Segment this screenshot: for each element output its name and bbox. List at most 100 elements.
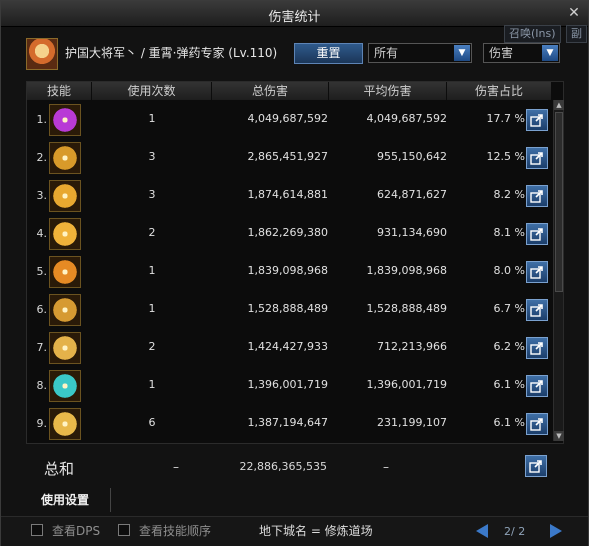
average-damage-cell: 231,199,107 — [377, 416, 447, 429]
damage-percent-cell: 8.2 % — [493, 188, 525, 201]
share-icon — [530, 114, 543, 127]
table-row[interactable]: 3. 3 1,874,614,881 624,871,627 8.2 % — [27, 177, 552, 215]
damage-stats-window: 伤害统计 ✕ 召唤(Ins) 副 护国大将军丶 / 重霄·弹药专家 (Lv.11… — [0, 0, 589, 546]
share-button[interactable] — [526, 223, 548, 245]
share-total-button[interactable] — [525, 455, 547, 477]
column-header-skill[interactable]: 技能 — [27, 82, 92, 100]
average-damage-cell: 712,213,966 — [377, 340, 447, 353]
title-bar[interactable]: 伤害统计 ✕ — [1, 1, 588, 27]
average-damage-cell: 1,528,888,489 — [366, 302, 447, 315]
damage-percent-cell: 8.1 % — [493, 226, 525, 239]
total-damage-cell: 1,874,614,881 — [247, 188, 328, 201]
table-row[interactable]: 2. 3 2,865,451,927 955,150,642 12.5 % — [27, 139, 552, 177]
damage-percent-cell: 6.2 % — [493, 340, 525, 353]
damage-percent-cell: 6.7 % — [493, 302, 525, 315]
share-icon — [530, 304, 543, 317]
column-header-percent[interactable]: 伤害占比 — [447, 82, 552, 100]
table-row[interactable]: 1. 1 4,049,687,592 4,049,687,592 17.7 % — [27, 101, 552, 139]
table-row[interactable]: 5. 1 1,839,098,968 1,839,098,968 8.0 % — [27, 253, 552, 291]
column-header-uses[interactable]: 使用次数 — [92, 82, 212, 100]
total-damage-cell: 2,865,451,927 — [247, 150, 328, 163]
share-button[interactable] — [526, 109, 548, 131]
scroll-down-icon[interactable]: ▼ — [554, 431, 564, 441]
rank-number: 7. — [36, 341, 48, 354]
share-button[interactable] — [526, 375, 548, 397]
share-button[interactable] — [526, 261, 548, 283]
view-dps-label[interactable]: 查看DPS — [52, 522, 100, 539]
uses-cell: 1 — [148, 378, 156, 391]
sort-select[interactable]: 伤害 ▼ — [483, 43, 560, 63]
share-button[interactable] — [526, 413, 548, 435]
skill-icon-3 — [49, 180, 81, 212]
chevron-down-icon: ▼ — [454, 45, 470, 61]
uses-cell: 2 — [148, 226, 156, 239]
usage-settings-tab[interactable]: 使用设置 — [26, 488, 111, 512]
rank-number: 1. — [36, 113, 48, 126]
share-icon — [530, 342, 543, 355]
damage-percent-cell: 6.1 % — [493, 416, 525, 429]
share-button[interactable] — [526, 185, 548, 207]
share-icon — [530, 418, 543, 431]
total-label: 总和 — [44, 460, 75, 478]
skill-icon-1 — [49, 104, 81, 136]
share-button[interactable] — [526, 147, 548, 169]
chevron-down-icon: ▼ — [542, 45, 558, 61]
character-name: 护国大将军丶 / 重霄·弹药专家 (Lv.110) — [65, 46, 278, 60]
uses-cell: 6 — [148, 416, 156, 429]
skill-damage-table: 技能 使用次数 总伤害 平均伤害 伤害占比 1. 1 4,049,687,592 4,… — [26, 81, 564, 444]
uses-cell: 1 — [148, 264, 156, 277]
skill-icon-8 — [49, 370, 81, 402]
filter-select[interactable]: 所有 ▼ — [368, 43, 472, 63]
rank-number: 9. — [36, 417, 48, 430]
table-row[interactable]: 4. 2 1,862,269,380 931,134,690 8.1 % — [27, 215, 552, 253]
character-avatar — [26, 38, 58, 70]
next-page-icon[interactable] — [550, 524, 562, 538]
sort-select-value: 伤害 — [489, 46, 514, 60]
scroll-thumb[interactable] — [555, 112, 563, 292]
skill-icon-2 — [49, 142, 81, 174]
close-icon[interactable]: ✕ — [566, 5, 582, 21]
skill-icon-4 — [49, 218, 81, 250]
column-header-total[interactable]: 总伤害 — [212, 82, 329, 100]
rank-number: 4. — [36, 227, 48, 240]
rank-number: 6. — [36, 303, 48, 316]
view-skill-order-checkbox[interactable] — [118, 524, 130, 536]
total-damage-cell: 1,862,269,380 — [247, 226, 328, 239]
share-button[interactable] — [526, 337, 548, 359]
page-indicator: 2/ 2 — [504, 525, 526, 538]
uses-cell: 1 — [148, 302, 156, 315]
scroll-up-icon[interactable]: ▲ — [554, 100, 564, 110]
share-button[interactable] — [526, 299, 548, 321]
skill-icon-5 — [49, 256, 81, 288]
table-row[interactable]: 8. 1 1,396,001,719 1,396,001,719 6.1 % — [27, 367, 552, 405]
average-damage-cell: 4,049,687,592 — [366, 112, 447, 125]
share-icon — [530, 266, 543, 279]
skill-icon-6 — [49, 294, 81, 326]
average-damage-cell: 624,871,627 — [377, 188, 447, 201]
prev-page-icon[interactable] — [476, 524, 488, 538]
uses-cell: 1 — [148, 112, 156, 125]
total-damage-cell: 1,387,194,647 — [247, 416, 328, 429]
rank-number: 8. — [36, 379, 48, 392]
column-header-average[interactable]: 平均伤害 — [329, 82, 447, 100]
view-dps-checkbox[interactable] — [31, 524, 43, 536]
total-damage-cell: 1,528,888,489 — [247, 302, 328, 315]
share-icon — [530, 152, 543, 165]
share-icon — [530, 228, 543, 241]
view-skill-order-label[interactable]: 查看技能顺序 — [139, 522, 211, 539]
background-tab-summon[interactable]: 召唤(Ins) — [504, 25, 561, 43]
table-row[interactable]: 9. 6 1,387,194,647 231,199,107 6.1 % — [27, 405, 552, 443]
total-damage: 22,886,365,535 — [239, 460, 327, 473]
uses-cell: 3 — [148, 150, 156, 163]
average-damage-cell: 955,150,642 — [377, 150, 447, 163]
damage-percent-cell: 8.0 % — [493, 264, 525, 277]
share-icon — [530, 380, 543, 393]
table-row[interactable]: 7. 2 1,424,427,933 712,213,966 6.2 % — [27, 329, 552, 367]
average-damage-cell: 1,839,098,968 — [366, 264, 447, 277]
scrollbar[interactable]: ▲ ▼ — [553, 100, 564, 441]
background-tab-other[interactable]: 副 — [566, 25, 587, 43]
reset-button[interactable]: 重置 — [294, 43, 363, 64]
skill-icon-9 — [49, 408, 81, 440]
table-row[interactable]: 6. 1 1,528,888,489 1,528,888,489 6.7 % — [27, 291, 552, 329]
skill-icon-7 — [49, 332, 81, 364]
